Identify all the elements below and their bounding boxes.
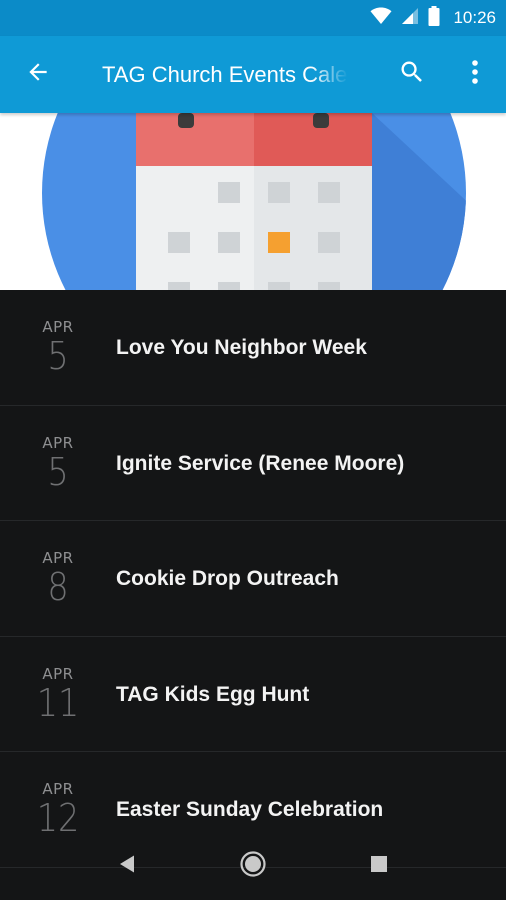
event-title: Love You Neighbor Week: [116, 336, 367, 359]
nav-home-button[interactable]: [233, 846, 273, 886]
event-title: Easter Sunday Celebration: [116, 798, 384, 821]
event-day: 11: [36, 680, 80, 725]
events-list: APR 5 Love You Neighbor Week APR 5 Ignit…: [0, 290, 506, 900]
page-title: TAG Church Events Calendar: [102, 62, 348, 87]
nav-recents-button[interactable]: [359, 846, 399, 886]
event-title: Ignite Service (Renee Moore): [116, 451, 405, 475]
event-day: 8: [47, 565, 69, 609]
event-row[interactable]: APR 5 Ignite Service (Renee Moore): [0, 406, 506, 521]
event-title: TAG Kids Egg Hunt: [116, 682, 310, 706]
more-options-button[interactable]: [457, 56, 493, 92]
back-triangle-icon: [118, 854, 136, 878]
more-vert-icon: [471, 59, 479, 89]
event-day: 5: [47, 449, 69, 494]
home-circle-icon: [239, 850, 267, 882]
search-icon: [398, 58, 426, 90]
app-bar: TAG Church Events Calendar: [0, 36, 506, 113]
system-nav-bar: [0, 832, 506, 900]
hero-image: [0, 113, 506, 290]
back-button[interactable]: [18, 56, 58, 92]
status-bar: 10:26: [0, 0, 506, 36]
status-icons: 10:26: [370, 0, 496, 36]
arrow-back-icon: [25, 59, 51, 89]
search-button[interactable]: [392, 56, 432, 92]
event-row[interactable]: APR 11 TAG Kids Egg Hunt: [0, 637, 506, 752]
calendar-illustration: [42, 113, 466, 290]
event-row[interactable]: APR 5 Love You Neighbor Week: [0, 290, 506, 406]
nav-back-button[interactable]: [107, 846, 147, 886]
battery-icon: [428, 6, 440, 30]
event-row[interactable]: APR 8 Cookie Drop Outreach: [0, 521, 506, 637]
wifi-icon: [370, 7, 392, 29]
recents-square-icon: [370, 855, 388, 877]
status-time: 10:26: [453, 8, 496, 27]
event-title: Cookie Drop Outreach: [116, 567, 339, 590]
event-day: 5: [47, 334, 69, 378]
signal-icon: [401, 7, 419, 29]
